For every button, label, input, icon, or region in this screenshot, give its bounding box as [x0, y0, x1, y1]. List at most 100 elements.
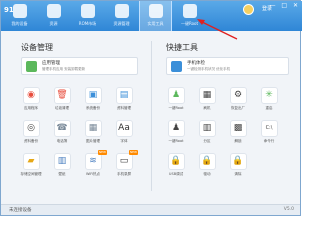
tool-terminal[interactable]: C:\ 命令行 [257, 120, 281, 150]
nav-resources[interactable]: 资源 [37, 1, 70, 31]
tool-label: 解锁 [234, 139, 242, 143]
tool-label: USB调试 [168, 172, 184, 176]
folder-icon: ▰ [22, 153, 40, 170]
card-description: 一键检测手机状况 优化手机 [187, 67, 231, 71]
record-icon: ▭ [115, 153, 133, 170]
chrome-icon: ◉ [22, 87, 40, 104]
nav-label: 资源 [49, 21, 58, 26]
tool-label: 字体 [120, 139, 128, 143]
tool-folder[interactable]: ▰ 存储空间管理 [19, 153, 43, 183]
quick-tools-panel: 快捷工具 手机体检 一键检测手机状况 优化手机 ♟ 一键Root ▦ 刷机 ⚙ 恢复出厂 ✳… [152, 31, 302, 205]
wallpaper-icon: ▥ [53, 153, 71, 170]
flash-icon: ▦ [198, 87, 216, 104]
nav-label: ROM市场 [78, 21, 97, 26]
tool-label: 一键Root [168, 106, 184, 110]
device-management-panel: 设备管理 应用管理 管理手机应用 安装卸载更新 ◉ 应用程序 🗑 垃圾清理 ▣ 系统备份 ▤… [1, 31, 151, 205]
tool-recovery[interactable]: ⚙ 恢复出厂 [226, 87, 250, 117]
tool-label: 资料备份 [24, 139, 38, 143]
tool-label: 清除 [234, 172, 242, 176]
tool-usb[interactable]: 🔒 USB调试 [164, 153, 188, 183]
nav-tools[interactable]: 实用工具 [139, 1, 172, 31]
tool-label: 驱动 [203, 172, 211, 176]
tool-label: 垃圾清理 [55, 106, 69, 110]
tool-clear[interactable]: 🔒 清除 [226, 153, 250, 183]
tool-label: 壁纸 [58, 172, 66, 176]
new-badge: NEW [97, 150, 107, 155]
user-avatar[interactable] [243, 4, 254, 15]
nav-my-device[interactable]: 我的设备 [3, 1, 36, 31]
tool-android-root[interactable]: ♟ 一键Root [164, 120, 188, 150]
tool-trash[interactable]: 🗑 垃圾清理 [50, 87, 74, 117]
tool-label: WiFi热点 [85, 172, 101, 176]
tool-driver[interactable]: 🔒 驱动 [195, 153, 219, 183]
card-title: 手机体检 [187, 61, 205, 66]
tool-label: 刷机 [203, 106, 211, 110]
nav-label: 资源管理 [113, 21, 130, 26]
tool-label: 恢复出厂 [231, 106, 245, 110]
tool-font[interactable]: Aa 字体 [112, 120, 136, 150]
tool-reboot[interactable]: ✳ 重启 [257, 87, 281, 117]
tool-label: 命令行 [263, 139, 275, 143]
usb-icon: 🔒 [167, 153, 185, 170]
tool-unlock[interactable]: ▩ 解锁 [226, 120, 250, 150]
nav-one-click-root[interactable]: 一键Root [173, 1, 206, 31]
tool-record[interactable]: ▭ NEW 手机录屏 [112, 150, 138, 183]
android-root-icon: ♟ [167, 120, 185, 137]
app-management-card[interactable]: 应用管理 管理手机应用 安装卸载更新 [21, 57, 138, 75]
tool-label: 手机录屏 [117, 172, 131, 176]
font-icon: Aa [115, 120, 133, 137]
tool-phone[interactable]: ☎ 电话簿 [50, 120, 74, 150]
tool-wallpaper[interactable]: ▥ 壁纸 [50, 153, 74, 183]
nav-label: 我的设备 [11, 21, 28, 26]
backup-icon: ▣ [84, 87, 102, 104]
tool-label: 资料管理 [117, 106, 131, 110]
tool-cd[interactable]: ◎ 资料备份 [19, 120, 43, 150]
tool-label: 存储空间管理 [20, 172, 42, 176]
nav-label: 实用工具 [147, 21, 164, 26]
tool-backup[interactable]: ▣ 系统备份 [81, 87, 105, 117]
phone-checkup-card[interactable]: 手机体检 一键检测手机状况 优化手机 [166, 57, 289, 75]
tool-wifi[interactable]: ≋ NEW WiFi热点 [81, 150, 107, 183]
tool-chrome[interactable]: ◉ 应用程序 [19, 87, 43, 117]
photo-icon: ▦ [84, 120, 102, 137]
recovery-icon: ⚙ [229, 87, 247, 104]
driver-icon: 🔒 [198, 153, 216, 170]
tool-label: 电话簿 [56, 139, 68, 143]
reboot-icon: ✳ [260, 87, 278, 104]
resources-icon [46, 4, 61, 18]
rom-icon [80, 4, 95, 18]
tool-label: 系统备份 [86, 106, 100, 110]
cd-icon: ◎ [22, 120, 40, 137]
tool-label: 分区 [203, 139, 211, 143]
section-title: 设备管理 [21, 43, 53, 52]
tool-label: 重启 [265, 106, 273, 110]
partition-icon: ▥ [198, 120, 216, 137]
trash-icon: 🗑 [53, 87, 71, 104]
top-navigation-bar: 91 我的设备 资源 ROM市场 资源管理 实用工具 一键Root 登录 — □… [1, 1, 302, 31]
unlock-icon: ▩ [229, 120, 247, 137]
new-badge: NEW [128, 150, 138, 155]
window-controls[interactable]: — □ ✕ [269, 2, 300, 9]
tool-photo[interactable]: ▦ 图片管理 [81, 120, 105, 150]
doc-icon: ▤ [115, 87, 133, 104]
nav-resource-manager[interactable]: 资源管理 [105, 1, 138, 31]
status-bar: 未连接设备 V5.0 [1, 204, 300, 215]
tool-label: 一键Root [168, 139, 184, 143]
wifi-icon: ≋ [84, 153, 102, 170]
app-window: 91 我的设备 资源 ROM市场 资源管理 实用工具 一键Root 登录 — □… [0, 0, 302, 216]
root-icon [182, 4, 197, 18]
shield-icon [171, 61, 182, 72]
tool-doc[interactable]: ▤ 资料管理 [112, 87, 136, 117]
nav-label: 一键Root [180, 21, 199, 26]
connection-status: 未连接设备 [9, 208, 32, 213]
terminal-icon: C:\ [260, 120, 278, 137]
device-icon [12, 4, 27, 18]
card-title: 应用管理 [42, 61, 60, 66]
tool-partition[interactable]: ▥ 分区 [195, 120, 219, 150]
section-title: 快捷工具 [166, 43, 198, 52]
tool-android[interactable]: ♟ 一键Root [164, 87, 188, 117]
android-icon: ♟ [167, 87, 185, 104]
nav-rom-market[interactable]: ROM市场 [71, 1, 104, 31]
phone-icon: ☎ [53, 120, 71, 137]
tool-flash[interactable]: ▦ 刷机 [195, 87, 219, 117]
